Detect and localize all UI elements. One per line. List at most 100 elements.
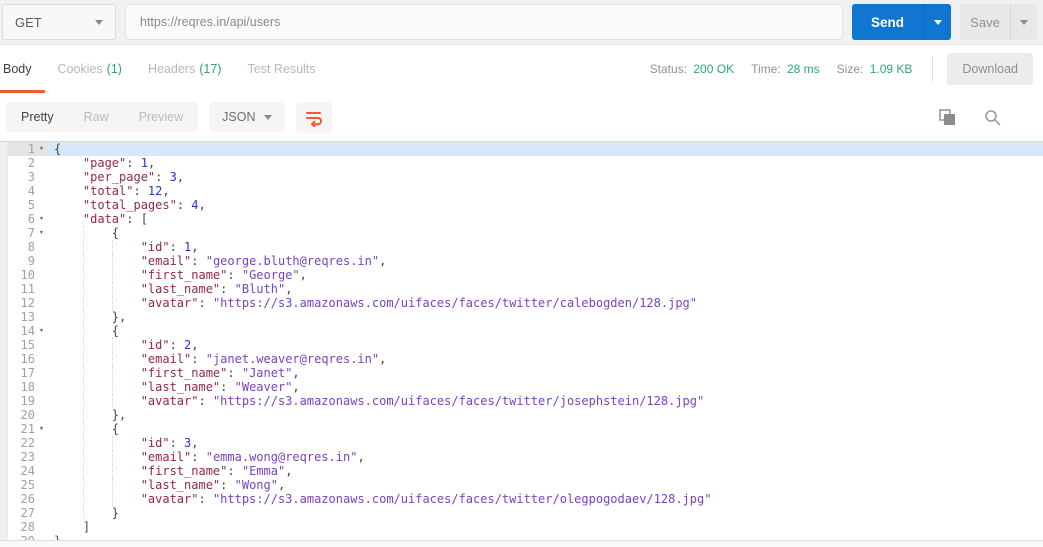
tab-headers[interactable]: Headers (17) [135,45,234,93]
tab-label: Test Results [247,62,316,76]
view-mode-preview[interactable]: Preview [124,102,198,132]
send-button[interactable]: Send [852,4,923,40]
code-line[interactable]: 20}, [0,408,1043,422]
code-line[interactable]: 16 "email": "janet.weaver@reqres.in", [0,352,1043,366]
chevron-down-icon [95,19,103,25]
request-bar: GET Send Save [0,0,1043,45]
code-text: }, [48,408,1043,422]
code-line[interactable]: 6 ▾ "data": [ [0,212,1043,226]
code-line[interactable]: 11 "last_name": "Bluth", [0,282,1043,296]
horizontal-scrollbar[interactable] [0,540,1043,547]
line-number: 13 [20,310,35,324]
indent-guide [82,226,84,240]
fold-arrow-icon[interactable]: ▾ [35,422,48,436]
code-text: { [48,226,1043,240]
send-split-button: Send [852,4,951,40]
code-line[interactable]: 1 ▾{ [0,142,1043,156]
code-line[interactable]: 17 "first_name": "Janet", [0,366,1043,380]
code-text: "id": 2, [48,338,1043,352]
method-dropdown[interactable]: GET [2,4,116,40]
indent-guide [82,436,84,450]
size-pair: Size: 1.09 KB [837,62,913,76]
code-line[interactable]: 13}, [0,310,1043,324]
indent-guide [82,296,84,310]
language-dropdown[interactable]: JSON [209,102,286,132]
line-number: 19 [20,394,35,408]
response-tabs: Body Cookies (1) Headers (17) Test Resul… [0,45,329,93]
code-line[interactable]: 14 ▾{ [0,324,1043,338]
code-line[interactable]: 2 "page": 1, [0,156,1043,170]
indent-guide [111,352,113,366]
code-editor[interactable]: 1 ▾{2 "page": 1, 3 "per_page": 3, 4 "total": 1… [0,141,1043,547]
code-line[interactable]: 15 "id": 2, [0,338,1043,352]
wrap-lines-button[interactable] [296,101,333,133]
code-line[interactable]: 18 "last_name": "Weaver", [0,380,1043,394]
code-line[interactable]: 3 "per_page": 3, [0,170,1043,184]
code-line[interactable]: 24 "first_name": "Emma", [0,464,1043,478]
copy-icon [939,108,955,125]
code-line[interactable]: 19 "avatar": "https://s3.amazonaws.com/ui… [0,394,1043,408]
code-text: "email": "george.bluth@reqres.in", [48,254,1043,268]
line-number: 22 [20,436,35,450]
code-line[interactable]: 4 "total": 12, [0,184,1043,198]
time-pair: Time: 28 ms [751,62,820,76]
code-line[interactable]: 5 "total_pages": 4, [0,198,1043,212]
code-line[interactable]: 9 "email": "george.bluth@reqres.in", [0,254,1043,268]
tab-cookies[interactable]: Cookies (1) [45,45,135,93]
code-line[interactable]: 7 ▾{ [0,226,1043,240]
code-line[interactable]: 22 "id": 3, [0,436,1043,450]
language-label: JSON [222,110,256,124]
code-text: "avatar": "https://s3.amazonaws.com/uifa… [48,296,1043,310]
code-text: "last_name": "Weaver", [48,380,1043,394]
postman-response-view: GET Send Save Body Cookies (1) [0,0,1043,547]
fold-arrow-icon[interactable]: ▾ [35,142,48,156]
indent-guide [82,450,84,464]
code-line[interactable]: 21 ▾{ [0,422,1043,436]
code-text: "id": 1, [48,240,1043,254]
code-line[interactable]: 26 "avatar": "https://s3.amazonaws.com/ui… [0,492,1043,506]
indent-guide [111,464,113,478]
fold-arrow-icon[interactable]: ▾ [35,212,48,226]
line-number: 14 [20,324,35,338]
send-options-dropdown[interactable] [923,4,951,40]
save-options-dropdown[interactable] [1010,4,1037,40]
indent-guide [82,422,84,436]
indent-guide [82,394,84,408]
line-number: 15 [20,338,35,352]
download-button[interactable]: Download [947,53,1033,85]
code-line[interactable]: 8 "id": 1, [0,240,1043,254]
size-label: Size: [836,62,864,76]
url-input[interactable] [126,5,842,39]
view-mode-pretty[interactable]: Pretty [6,102,69,132]
method-label: GET [15,14,42,30]
fold-arrow-icon[interactable]: ▾ [35,324,48,338]
code-line[interactable]: 10 "first_name": "George", [0,268,1043,282]
tab-body[interactable]: Body [0,45,45,93]
line-number: 9 [27,254,35,268]
copy-response-button[interactable] [939,108,956,126]
search-response-button[interactable] [984,109,1001,126]
line-number: 17 [20,366,35,380]
indent-guide [111,478,113,492]
response-meta: Status: 200 OK Time: 28 ms Size: 1.09 KB… [633,45,1033,93]
tab-count: (17) [199,62,222,76]
tab-test-results[interactable]: Test Results [234,45,328,93]
line-number: 18 [20,380,35,394]
indent-guide [82,408,84,422]
indent-guide [111,492,113,506]
save-button[interactable]: Save [960,4,1010,40]
indent-guide [111,436,113,450]
fold-arrow-icon[interactable]: ▾ [35,226,48,240]
code-text: } [48,506,1043,520]
code-line[interactable]: 23 "email": "emma.wong@reqres.in", [0,450,1043,464]
tab-label: Headers [147,62,196,76]
indent-guide [111,394,113,408]
indent-guide [111,380,113,394]
code-line[interactable]: 28] [0,520,1043,534]
view-mode-raw[interactable]: Raw [69,102,124,132]
indent-guide [82,240,84,254]
code-line[interactable]: 12 "avatar": "https://s3.amazonaws.com/ui… [0,296,1043,310]
indent-guide [111,254,113,268]
code-line[interactable]: 25 "last_name": "Wong", [0,478,1043,492]
code-line[interactable]: 27} [0,506,1043,520]
